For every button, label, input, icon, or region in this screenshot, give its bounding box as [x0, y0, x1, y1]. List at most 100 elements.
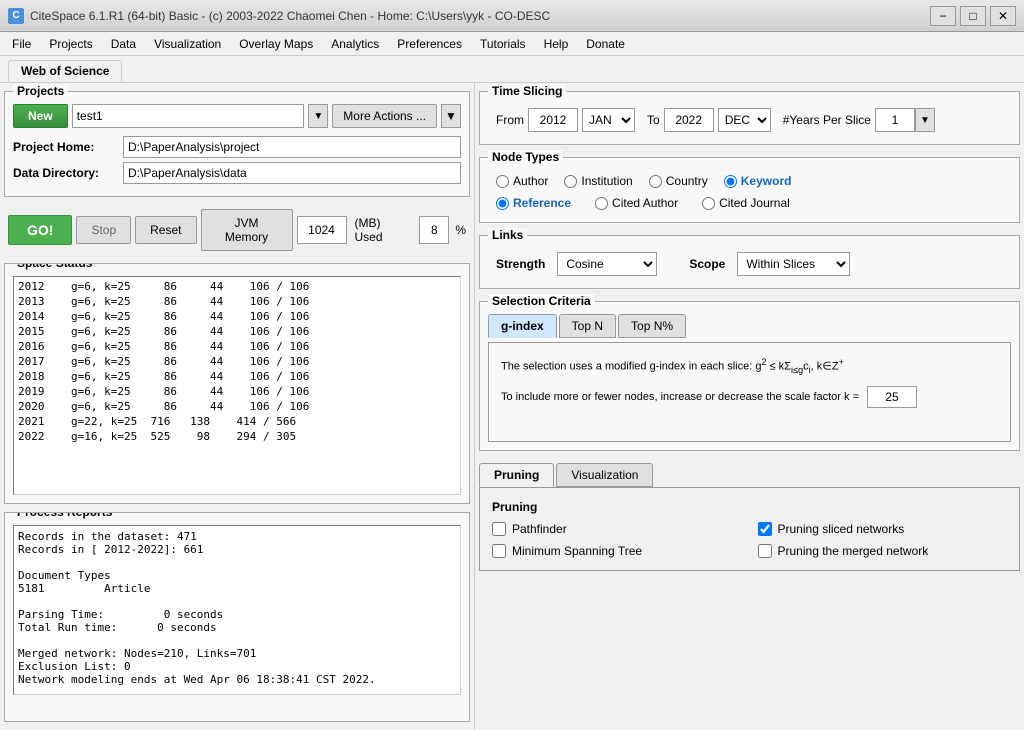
country-radio[interactable] [649, 175, 662, 188]
new-project-button[interactable]: New [13, 104, 68, 128]
go-button[interactable]: GO! [8, 215, 72, 245]
left-panel: Projects New ▼ More Actions ... ▼ Projec… [0, 83, 475, 730]
cited-author-radio[interactable] [595, 197, 608, 210]
time-slicing-row: From JANFEBMARAPR MAYJUNJULAUG SEPOCTNOV… [488, 104, 1011, 136]
title-bar: C CiteSpace 6.1.R1 (64-bit) Basic - (c) … [0, 0, 1024, 32]
app-icon: C [8, 8, 24, 24]
country-label: Country [666, 174, 708, 188]
country-radio-item[interactable]: Country [649, 174, 708, 188]
space-row: 2018 g=6, k=25 86 44 106 / 106 [16, 369, 458, 384]
memory-percent-value: 8 [419, 216, 449, 244]
strength-select[interactable]: Cosine Pearson Dice [557, 252, 657, 276]
keyword-radio[interactable] [724, 175, 737, 188]
author-label: Author [513, 174, 548, 188]
menu-tutorials[interactable]: Tutorials [472, 35, 534, 53]
to-label: To [647, 113, 660, 127]
cited-journal-radio-item[interactable]: Cited Journal [702, 196, 790, 210]
close-button[interactable]: ✕ [990, 6, 1016, 26]
pruning-sliced-item: Pruning sliced networks [758, 522, 1008, 536]
tab-top-n[interactable]: Top N [559, 314, 616, 338]
report-line: Document Types [18, 569, 456, 582]
menu-projects[interactable]: Projects [41, 35, 100, 53]
stop-button[interactable]: Stop [76, 216, 131, 244]
institution-label: Institution [581, 174, 632, 188]
right-panel: Time Slicing From JANFEBMARAPR MAYJUNJUL… [475, 83, 1024, 730]
node-types-row1: Author Institution Country Keyword [488, 170, 1011, 192]
projects-group-title: Projects [13, 84, 68, 98]
projects-group: Projects New ▼ More Actions ... ▼ Projec… [4, 91, 470, 197]
space-row: 2019 g=6, k=25 86 44 106 / 106 [16, 384, 458, 399]
menu-visualization[interactable]: Visualization [146, 35, 229, 53]
space-row: 2021 g=22, k=25 716 138 414 / 566 [16, 414, 458, 429]
pathfinder-checkbox[interactable] [492, 522, 506, 536]
cited-journal-radio[interactable] [702, 197, 715, 210]
years-per-slice-dropdown[interactable]: ▼ [915, 108, 935, 132]
menu-file[interactable]: File [4, 35, 39, 53]
from-year-input[interactable] [528, 108, 578, 132]
more-actions-button[interactable]: More Actions ... [332, 104, 437, 128]
space-row: 2022 g=16, k=25 525 98 294 / 305 [16, 429, 458, 444]
maximize-button[interactable]: □ [960, 6, 986, 26]
menu-analytics[interactable]: Analytics [323, 35, 387, 53]
menu-data[interactable]: Data [103, 35, 144, 53]
menu-help[interactable]: Help [536, 35, 577, 53]
menu-overlay-maps[interactable]: Overlay Maps [231, 35, 321, 53]
links-group: Links Strength Cosine Pearson Dice Scope… [479, 235, 1020, 289]
report-line: Network modeling ends at Wed Apr 06 18:3… [18, 673, 456, 686]
more-actions-dropdown-button[interactable]: ▼ [441, 104, 461, 128]
project-home-input[interactable] [123, 136, 461, 158]
time-slicing-title: Time Slicing [488, 84, 566, 98]
institution-radio-item[interactable]: Institution [564, 174, 632, 188]
selection-criteria-group: Selection Criteria g-index Top N Top N% … [479, 301, 1020, 451]
tab-top-n-pct[interactable]: Top N% [618, 314, 686, 338]
report-line: Exclusion List: 0 [18, 660, 456, 673]
reset-button[interactable]: Reset [135, 216, 196, 244]
selection-criteria-title: Selection Criteria [488, 294, 595, 308]
space-row: 2012 g=6, k=25 86 44 106 / 106 [16, 279, 458, 294]
tab-bar: Web of Science [0, 56, 1024, 83]
author-radio-item[interactable]: Author [496, 174, 548, 188]
minimize-button[interactable]: − [930, 6, 956, 26]
pruning-title: Pruning [492, 500, 1007, 514]
percent-sign: % [453, 223, 466, 237]
report-line [18, 634, 456, 647]
project-dropdown-button[interactable]: ▼ [308, 104, 328, 128]
to-year-input[interactable] [664, 108, 714, 132]
report-line [18, 556, 456, 569]
author-radio[interactable] [496, 175, 509, 188]
to-month-select[interactable]: JANFEBMARAPR MAYJUNJULAUG SEPOCTNOVDEC [718, 108, 771, 132]
k-value-input[interactable] [867, 386, 917, 408]
sc-k-label: To include more or fewer nodes, increase… [501, 391, 859, 403]
space-status-scroll[interactable]: 2012 g=6, k=25 86 44 106 / 106 2013 g=6,… [13, 276, 461, 495]
cited-author-radio-item[interactable]: Cited Author [595, 196, 678, 210]
tab-g-index[interactable]: g-index [488, 314, 557, 338]
scope-select[interactable]: Within Slices Between Slices [737, 252, 850, 276]
report-line: Records in [ 2012-2022]: 661 [18, 543, 456, 556]
min-span-tree-checkbox[interactable] [492, 544, 506, 558]
keyword-radio-item[interactable]: Keyword [724, 174, 792, 188]
years-per-slice-input[interactable] [875, 108, 915, 132]
report-line [18, 595, 456, 608]
tab-pruning[interactable]: Pruning [479, 463, 554, 487]
mb-used-label: (MB) Used [351, 216, 416, 244]
tab-visualization[interactable]: Visualization [556, 463, 653, 487]
scope-select-wrap: Within Slices Between Slices [737, 252, 850, 276]
pruning-merged-checkbox[interactable] [758, 544, 772, 558]
menu-donate[interactable]: Donate [578, 35, 633, 53]
reference-radio[interactable] [496, 197, 509, 210]
institution-radio[interactable] [564, 175, 577, 188]
pathfinder-item: Pathfinder [492, 522, 742, 536]
cited-journal-label: Cited Journal [719, 196, 790, 210]
data-dir-input[interactable] [123, 162, 461, 184]
project-name-input[interactable] [72, 104, 305, 128]
from-month-select[interactable]: JANFEBMARAPR MAYJUNJULAUG SEPOCTNOVDEC [582, 108, 635, 132]
pruning-sliced-checkbox[interactable] [758, 522, 772, 536]
process-reports-scroll[interactable]: Records in the dataset: 471 Records in [… [13, 525, 461, 695]
tab-web-of-science[interactable]: Web of Science [8, 60, 122, 82]
from-label: From [496, 113, 524, 127]
min-span-tree-item: Minimum Spanning Tree [492, 544, 742, 558]
jvm-memory-button[interactable]: JVM Memory [201, 209, 293, 251]
menu-preferences[interactable]: Preferences [389, 35, 470, 53]
reference-radio-item[interactable]: Reference [496, 196, 571, 210]
sc-k-row: To include more or fewer nodes, increase… [501, 386, 998, 408]
